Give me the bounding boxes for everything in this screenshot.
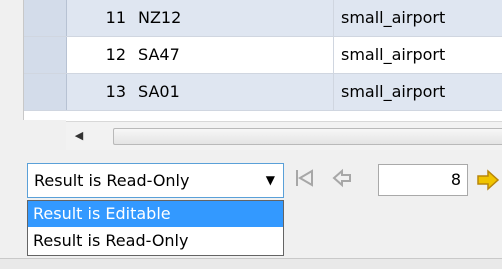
result-mode-select[interactable]: Result is Read-Only ▼: [27, 163, 284, 198]
table-row[interactable]: 12 SA47 small_airport: [24, 37, 502, 74]
option-read-only[interactable]: Result is Read-Only: [28, 228, 283, 254]
prev-page-icon[interactable]: [328, 166, 356, 194]
cell-ident[interactable]: SA01: [134, 74, 334, 110]
result-mode-dropdown: Result is Editable Result is Read-Only: [27, 200, 284, 256]
cell-ident[interactable]: NZ12: [134, 0, 334, 36]
table-row[interactable]: 13 SA01 small_airport: [24, 74, 502, 111]
row-header[interactable]: [24, 37, 67, 73]
prev-page-icon: [332, 168, 351, 188]
chevron-down-icon[interactable]: ▼: [266, 164, 275, 197]
cell-type[interactable]: small_airport: [337, 74, 502, 110]
table-row[interactable]: 11 NZ12 small_airport: [24, 0, 502, 37]
cell-type[interactable]: small_airport: [337, 37, 502, 73]
page-number-input[interactable]: 8: [378, 164, 468, 196]
cell-number[interactable]: 11: [66, 0, 134, 36]
cell-ident[interactable]: SA47: [134, 37, 334, 73]
result-mode-value: Result is Read-Only: [34, 171, 190, 190]
status-strip: [0, 258, 502, 269]
cell-type[interactable]: small_airport: [337, 0, 502, 36]
page-number: 8: [450, 170, 461, 189]
first-page-icon[interactable]: [290, 166, 318, 194]
cell-number[interactable]: 12: [66, 37, 134, 73]
row-header[interactable]: [24, 74, 67, 110]
option-editable[interactable]: Result is Editable: [28, 201, 283, 227]
row-header[interactable]: [24, 0, 67, 36]
next-page-icon[interactable]: [474, 166, 502, 194]
horizontal-scrollbar[interactable]: ◀: [66, 121, 502, 151]
next-page-icon: [477, 169, 500, 191]
left-gutter: [0, 0, 24, 120]
cell-number[interactable]: 13: [66, 74, 134, 110]
scroll-thumb[interactable]: [113, 128, 502, 145]
results-grid: 11 NZ12 small_airport 12 SA47 small_airp…: [24, 0, 502, 120]
first-page-icon: [296, 169, 313, 187]
scroll-left-arrow-icon[interactable]: ◀: [66, 122, 92, 150]
